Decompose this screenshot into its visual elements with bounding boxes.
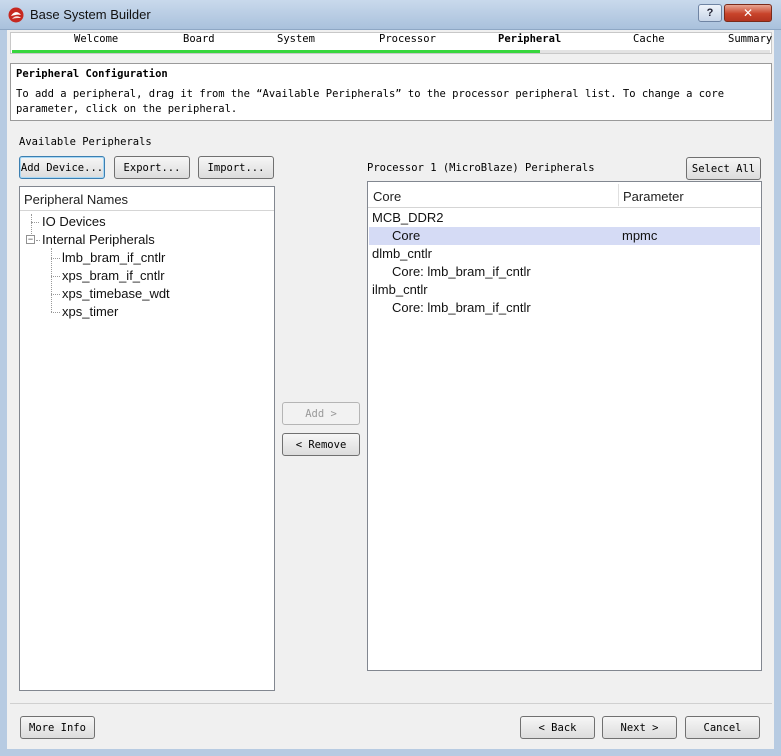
list-item-ilmb-core[interactable]: Core: lmb_bram_if_cntlr (392, 300, 531, 315)
list-item-parameter-value[interactable]: mpmc (622, 228, 657, 243)
column-header-parameter[interactable]: Parameter (623, 189, 684, 204)
list-item-mcb-ddr2[interactable]: MCB_DDR2 (372, 210, 444, 225)
column-header-core[interactable]: Core (373, 189, 401, 204)
tree-column-header-label: Peripheral Names (24, 192, 129, 207)
page-title: Peripheral Configuration (16, 68, 168, 80)
tree-item-xps-timer[interactable]: xps_timer (62, 304, 118, 319)
tree-connector (51, 258, 60, 259)
tree-connector (51, 294, 60, 295)
page-description: To add a peripheral, drag it from the “A… (16, 88, 725, 115)
step-system: System (277, 33, 315, 45)
tree-connector (31, 222, 39, 223)
tree-item-internal-peripherals[interactable]: Internal Peripherals (42, 232, 155, 247)
tree-item-xps-timebase-wdt[interactable]: xps_timebase_wdt (62, 286, 170, 301)
list-item-dlmb-core[interactable]: Core: lmb_bram_if_cntlr (392, 264, 531, 279)
window-frame-bottom (0, 749, 781, 756)
cancel-button[interactable]: Cancel (685, 716, 760, 739)
step-welcome: Welcome (74, 33, 119, 45)
step-board: Board (183, 33, 215, 45)
app-logo-icon (8, 7, 24, 23)
window-frame-right (774, 30, 781, 756)
tree-connector (36, 240, 40, 241)
available-peripherals-label: Available Peripherals (19, 136, 152, 148)
add-device-button[interactable]: Add Device... (19, 156, 105, 179)
footer-divider (10, 703, 772, 704)
tree-item-lmb-bram-if-cntlr[interactable]: lmb_bram_if_cntlr (62, 250, 165, 265)
back-button[interactable]: < Back (520, 716, 595, 739)
tree-connector (51, 276, 60, 277)
remove-button[interactable]: < Remove (282, 433, 360, 456)
add-button[interactable]: Add > (282, 402, 360, 425)
progress-bar (12, 50, 540, 53)
window-frame-left (0, 30, 7, 756)
list-item-core[interactable]: Core (392, 228, 420, 243)
step-summary: Summary (728, 33, 773, 45)
tree-item-xps-bram-if-cntlr[interactable]: xps_bram_if_cntlr (62, 268, 165, 283)
more-info-button[interactable]: More Info (20, 716, 95, 739)
help-button[interactable]: ? (698, 4, 722, 22)
import-button[interactable]: Import... (198, 156, 274, 179)
step-cache: Cache (633, 33, 665, 45)
select-all-button[interactable]: Select All (686, 157, 761, 180)
window-title: Base System Builder (30, 7, 151, 22)
column-divider[interactable] (618, 184, 619, 206)
collapse-toggle-icon[interactable]: − (26, 235, 35, 244)
close-button[interactable]: ✕ (724, 4, 772, 22)
export-button[interactable]: Export... (114, 156, 190, 179)
next-button[interactable]: Next > (602, 716, 677, 739)
list-item-ilmb-cntlr[interactable]: ilmb_cntlr (372, 282, 428, 297)
step-processor: Processor (379, 33, 436, 45)
list-item-dlmb-cntlr[interactable]: dlmb_cntlr (372, 246, 432, 261)
step-peripheral: Peripheral (498, 33, 562, 45)
processor-peripherals-label: Processor 1 (MicroBlaze) Peripherals (367, 162, 595, 174)
peripheral-list-header (368, 182, 761, 208)
tree-item-io-devices[interactable]: IO Devices (42, 214, 106, 229)
selected-row-highlight (369, 227, 760, 245)
tree-connector (51, 312, 60, 313)
